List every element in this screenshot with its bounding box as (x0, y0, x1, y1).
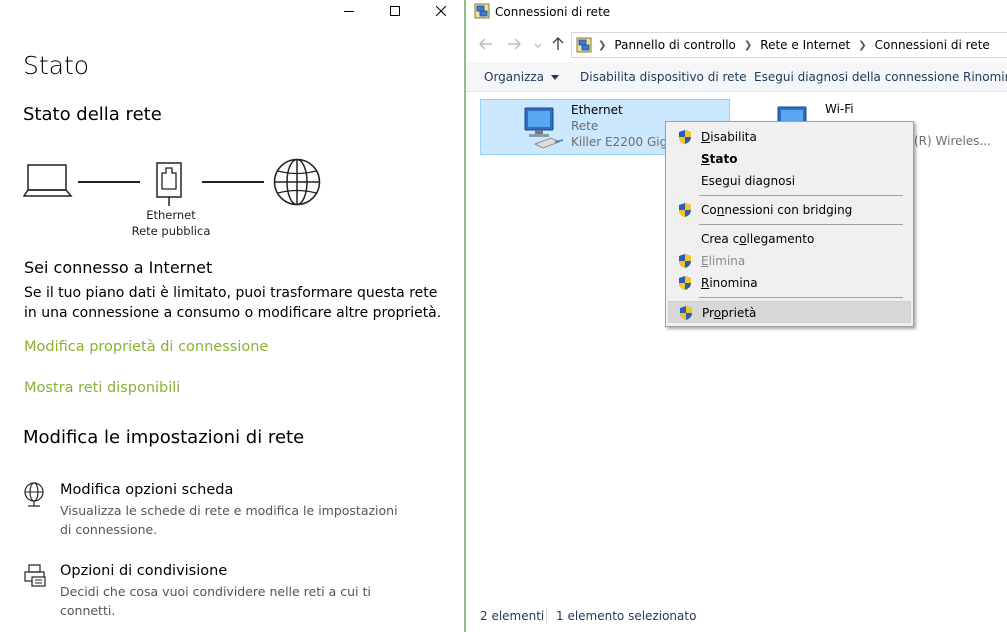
maximize-button[interactable] (372, 0, 418, 22)
forward-button[interactable] (506, 36, 522, 52)
breadcrumb-separator-icon: ❯ (598, 40, 607, 51)
menu-item-status-label: Stato (701, 152, 738, 166)
close-icon (436, 6, 446, 16)
uac-shield-icon (679, 276, 691, 290)
status-separator (546, 608, 547, 623)
globe-network-icon (24, 482, 44, 507)
organize-label: Organizza (484, 70, 545, 84)
change-connection-properties-link[interactable]: Modifica proprietà di connessione (24, 339, 268, 355)
menu-item-disable[interactable]: Disabilita (668, 126, 911, 148)
breadcrumb: ❯ Pannello di controllo ❯ Rete e Interne… (598, 38, 990, 53)
breadcrumb-network-connections[interactable]: Connessioni di rete (875, 38, 990, 53)
menu-item-bridge-label: Connessioni con bridging (701, 203, 853, 217)
sharing-options-item[interactable]: Opzioni di condivisione Decidi che cosa … (22, 563, 442, 618)
explorer-titlebar[interactable]: Connessioni di rete (466, 0, 1007, 24)
up-button[interactable] (550, 36, 566, 52)
printer-share-icon (24, 564, 46, 587)
command-bar: Organizza Disabilita dispositivo di rete… (466, 62, 1007, 92)
forward-arrow-icon (508, 38, 521, 50)
dropdown-arrow-icon (550, 75, 559, 80)
globe-icon (273, 158, 321, 206)
uac-shield-icon (679, 130, 691, 144)
connected-heading: Sei connesso a Internet (24, 258, 213, 277)
minimize-button[interactable] (326, 0, 372, 22)
rename-button[interactable]: Rinomina (963, 70, 1007, 84)
uac-shield-icon (679, 203, 691, 217)
back-button[interactable] (478, 36, 494, 52)
ethernet-adapter-icon (524, 107, 564, 149)
breadcrumb-separator-icon: ❯ (743, 40, 753, 51)
network-status-heading: Stato della rete (23, 104, 162, 125)
context-menu: Disabilita Stato Esegui diagnosi Conness… (665, 121, 914, 327)
menu-item-disable-label: Disabilita (701, 130, 757, 144)
adapter-options-description: Visualizza le schede di rete e modifica … (60, 503, 398, 537)
menu-item-properties[interactable]: Proprietà (668, 301, 911, 323)
network-connections-icon (474, 3, 490, 19)
uac-shield-icon (680, 306, 692, 320)
page-title: Stato (23, 51, 90, 80)
network-diagram: Ethernet Rete pubblica (23, 158, 323, 248)
menu-item-create-shortcut-label: Crea collegamento (701, 232, 815, 246)
explorer-title: Connessioni di rete (495, 5, 611, 19)
breadcrumb-separator-icon: ❯ (858, 40, 867, 51)
menu-item-delete-label: Elimina (701, 254, 746, 268)
menu-item-bridge[interactable]: Connessioni con bridging (668, 199, 911, 221)
menu-item-diagnose-label: Esegui diagnosi (701, 174, 796, 188)
menu-item-rename-label: Rinomina (701, 276, 758, 290)
menu-separator (699, 195, 903, 196)
up-arrow-icon (552, 37, 564, 50)
sharing-options-title: Opzioni di condivisione (60, 563, 228, 579)
ethernet-port-icon (156, 162, 182, 206)
ethernet-device: Killer E2200 Gigab (571, 135, 671, 149)
show-available-networks-link[interactable]: Mostra reti disponibili (24, 380, 180, 396)
diagnose-connection-button[interactable]: Esegui diagnosi della connessione (754, 70, 959, 84)
sharing-options-description: Decidi che cosa vuoi condividere nelle r… (60, 584, 371, 618)
item-count: 2 elementi (480, 609, 545, 623)
address-bar[interactable]: ❯ Pannello di controllo ❯ Rete e Interne… (571, 32, 1007, 58)
menu-separator (699, 297, 903, 298)
adapter-options-title: Modifica opzioni scheda (60, 482, 234, 498)
navigation-bar: ❯ Pannello di controllo ❯ Rete e Interne… (466, 30, 1007, 58)
control-panel-icon (576, 37, 592, 53)
minimize-icon (344, 11, 354, 12)
settings-window: Stato Stato della rete Ethernet Rete pub… (0, 0, 464, 632)
uac-shield-icon (679, 254, 691, 268)
menu-item-rename[interactable]: Rinomina (668, 272, 911, 294)
breadcrumb-network-internet[interactable]: Rete e Internet (760, 38, 850, 53)
diagram-adapter-label: Ethernet (146, 208, 196, 222)
status-bar: 2 elementi 1 elemento selezionato (466, 606, 1007, 626)
menu-item-status[interactable]: Stato (668, 148, 911, 170)
back-arrow-icon (479, 38, 492, 50)
laptop-icon (23, 164, 73, 197)
desktop: Stato Stato della rete Ethernet Rete pub… (0, 0, 1007, 632)
chevron-down-icon (534, 43, 542, 48)
close-button[interactable] (418, 0, 464, 22)
maximize-icon (390, 6, 400, 16)
change-network-settings-heading: Modifica le impostazioni di rete (23, 427, 305, 448)
menu-item-delete: Elimina (668, 250, 911, 272)
recent-locations-button[interactable] (530, 38, 546, 54)
wifi-device: (R) Wireles... (914, 134, 991, 148)
ethernet-status: Rete (571, 119, 599, 133)
connected-description: Se il tuo piano dati è limitato, puoi tr… (24, 285, 442, 321)
breadcrumb-control-panel[interactable]: Pannello di controllo (614, 38, 736, 53)
menu-separator (699, 224, 903, 225)
menu-item-properties-label: Proprietà (702, 306, 757, 320)
diagram-network-type-label: Rete pubblica (131, 224, 211, 238)
adapter-options-item[interactable]: Modifica opzioni scheda Visualizza le sc… (22, 482, 442, 542)
menu-item-create-shortcut[interactable]: Crea collegamento (668, 228, 911, 250)
organize-button[interactable]: Organizza (484, 70, 559, 84)
wifi-name: Wi-Fi (825, 102, 854, 116)
selection-count: 1 elemento selezionato (556, 609, 697, 623)
disable-device-button[interactable]: Disabilita dispositivo di rete (580, 70, 747, 84)
ethernet-name: Ethernet (571, 103, 623, 117)
menu-item-diagnose[interactable]: Esegui diagnosi (668, 170, 911, 192)
